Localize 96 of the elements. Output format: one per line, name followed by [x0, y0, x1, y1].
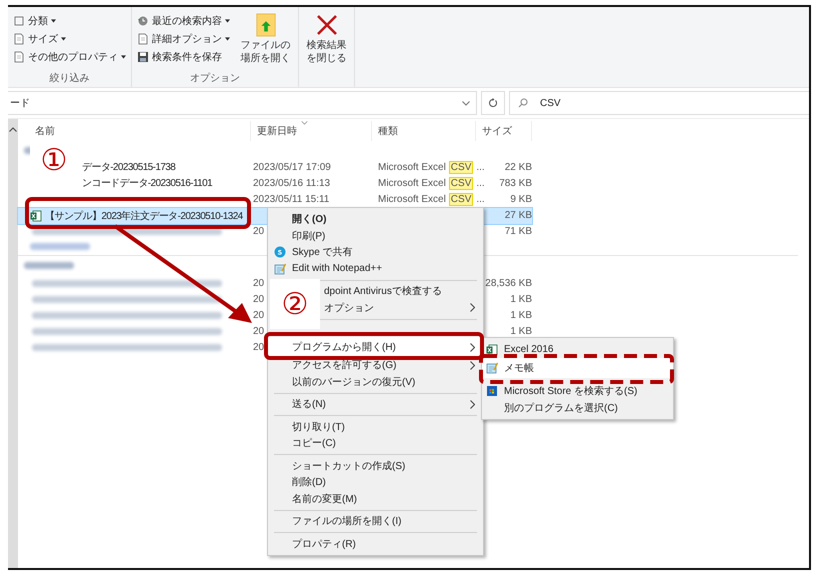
file-size: 71 KB	[504, 226, 532, 238]
menu-item[interactable]: Edit with Notepad++	[268, 260, 483, 277]
close-icon	[316, 13, 338, 37]
blurred-group-header	[24, 262, 74, 270]
caret-icon	[51, 19, 56, 23]
sort-caret-icon	[301, 121, 308, 125]
file-name[interactable]: データ-20230515-1738	[82, 160, 176, 174]
file-date: 20	[253, 310, 264, 321]
ribbon-button[interactable]: 分類	[12, 13, 127, 29]
menu-item[interactable]: 印刷(P)	[268, 228, 483, 244]
menu-item[interactable]: ショートカットの作成(S)	[268, 458, 483, 474]
menu-item[interactable]: 送る(N)	[268, 396, 483, 412]
ribbon-button[interactable]: 詳細オプション	[136, 31, 231, 47]
ribbon-group-label: 絞り込み	[48, 72, 90, 86]
chevron-down-icon	[462, 100, 470, 106]
scroll-up-icon	[9, 127, 17, 132]
menu-item[interactable]: 以前のバージョンの復元(V)	[268, 374, 483, 390]
menu-item[interactable]: 開く(O)	[268, 211, 483, 228]
file-size: 22 KB	[504, 162, 532, 173]
clock-icon	[137, 15, 149, 27]
document-icon	[13, 51, 25, 63]
caret-icon	[225, 19, 230, 23]
menu-item[interactable]: Excel 2016	[482, 341, 673, 358]
menu-item[interactable]: Microsoft Store を検索する(S)	[482, 382, 673, 399]
file-size: 27 KB	[504, 210, 532, 222]
document-icon	[13, 33, 25, 45]
menu-item[interactable]: dpoint Antivirusで検査する	[322, 283, 483, 300]
scrollbar[interactable]	[8, 119, 18, 568]
file-date: 20	[253, 326, 264, 338]
column-header[interactable]: サイズ	[476, 121, 532, 141]
file-date: 20	[253, 342, 264, 354]
file-size: 1 KB	[510, 310, 532, 321]
excel-icon	[486, 344, 498, 356]
address-bar[interactable]: ード	[8, 91, 477, 115]
ribbon-large-button[interactable]: 検索結果を閉じる	[303, 11, 350, 87]
file-size: 1 KB	[510, 294, 532, 305]
caret-icon	[121, 55, 126, 59]
column-header[interactable]: 名前	[18, 121, 251, 141]
menu-item[interactable]: アクセスを許可する(G)	[268, 357, 483, 374]
menu-item[interactable]: メモ帳	[482, 358, 673, 378]
chevron-right-icon	[470, 303, 475, 312]
file-size: 783 KB	[499, 178, 532, 189]
search-icon	[518, 98, 528, 108]
column-header[interactable]: 種類	[372, 121, 476, 141]
caret-icon	[225, 37, 230, 41]
search-match: CSV	[448, 160, 474, 174]
truncation-mark: ...	[476, 178, 485, 189]
menu-item[interactable]: コピー(C)	[268, 435, 483, 452]
menu-item[interactable]: ファイルの場所を開く(I)	[268, 513, 483, 530]
file-type: Microsoft Excel	[378, 162, 446, 173]
search-match: CSV	[448, 192, 474, 206]
ribbon-group-label: オプション	[189, 72, 241, 86]
store-icon	[486, 384, 498, 396]
ribbon-large-button[interactable]: ファイルの場所を開く	[237, 11, 294, 71]
chevron-right-icon	[470, 400, 475, 409]
file-date: 2023/05/11 15:11	[253, 194, 330, 205]
document-icon	[137, 33, 149, 45]
file-size: 1 KB	[510, 326, 532, 338]
ribbon-button[interactable]: 検索条件を保存	[136, 49, 231, 65]
file-date: 20	[253, 294, 264, 305]
step-number: ②	[270, 279, 320, 329]
file-type: Microsoft Excel	[378, 194, 446, 205]
menu-item[interactable]: 削除(D)	[268, 474, 483, 490]
file-date: 2023/05/17 17:09	[253, 162, 331, 173]
file-size: 9 KB	[510, 194, 532, 205]
refresh-button[interactable]	[481, 91, 505, 115]
ribbon-button[interactable]: その他のプロパティ	[12, 49, 127, 65]
file-date: 2023/05/16 11:13	[253, 178, 330, 189]
refresh-icon	[488, 98, 498, 108]
notepad-icon	[274, 262, 286, 275]
file-date: 20	[253, 226, 264, 238]
column-header[interactable]: 更新日時	[251, 121, 372, 141]
file-date: 20	[253, 278, 264, 289]
truncation-mark: ...	[476, 162, 485, 173]
menu-item[interactable]: プログラムから開く(H)	[268, 337, 483, 357]
search-field[interactable]: CSV	[509, 91, 809, 115]
skype-icon	[274, 246, 286, 258]
truncation-mark: ...	[476, 194, 485, 205]
file-size: 28,536 KB	[485, 278, 532, 289]
file-type: Microsoft Excel	[378, 178, 446, 189]
file-name[interactable]: 【サンプル】2023年注文データ-20230510-1324	[45, 208, 243, 223]
menu-item[interactable]: Skype で共有	[268, 244, 483, 260]
menu-item[interactable]: プロパティ(R)	[268, 536, 483, 552]
ribbon-button[interactable]: サイズ	[12, 31, 127, 47]
caret-icon	[61, 37, 66, 41]
search-match: CSV	[448, 176, 474, 190]
menu-item[interactable]: 名前の変更(M)	[268, 490, 483, 507]
menu-item[interactable]: 切り取り(T)	[268, 418, 483, 435]
notepad-icon	[486, 362, 498, 374]
menu-item[interactable]: オプション	[322, 300, 483, 316]
menu-item[interactable]: 別のプログラムを選択(C)	[482, 399, 673, 416]
excel-icon	[30, 210, 42, 222]
save-icon	[137, 51, 149, 63]
ribbon-button[interactable]: 最近の検索内容	[136, 13, 231, 29]
file-name[interactable]: ンコードデータ-20230516-1101	[82, 176, 212, 190]
folder-up-icon	[254, 13, 276, 37]
